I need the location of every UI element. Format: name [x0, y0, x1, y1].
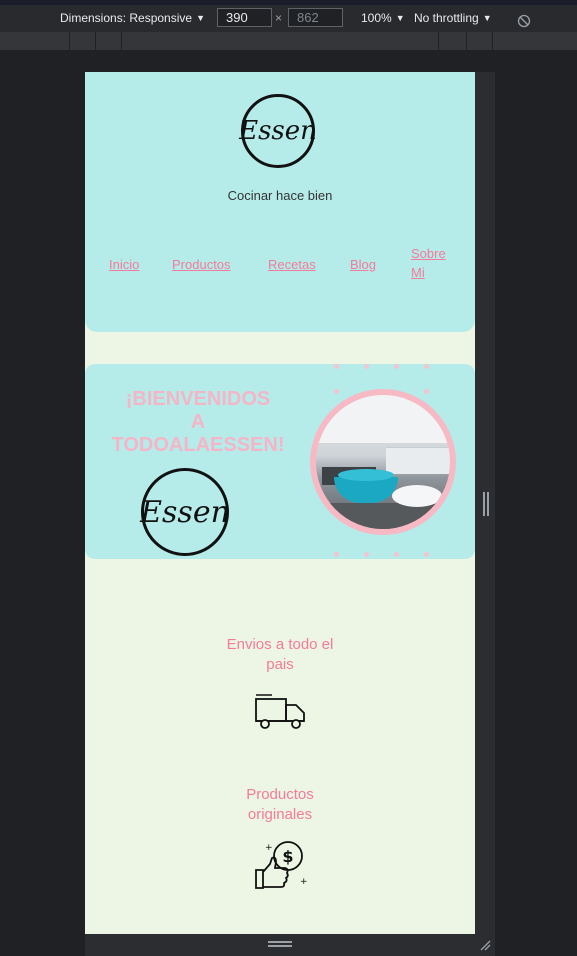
feature-title-line: Productos [246, 786, 314, 803]
kitchen-photo-frame [310, 389, 456, 535]
feature-title-line: Envios a todo el [226, 636, 334, 653]
dimensions-dropdown[interactable]: Dimensions: Responsive ▼ [60, 5, 205, 32]
feature-title-shipping: Envios a todo el pais [85, 635, 475, 675]
welcome-line: A [190, 411, 206, 433]
resize-handle-right[interactable] [483, 492, 485, 516]
tagline: Cocinar hace bien [227, 188, 333, 203]
kitchen-cookware-photo [316, 395, 450, 529]
dimensions-label: Dimensions: Responsive [60, 11, 193, 25]
device-toolbar: Dimensions: Responsive ▼ 390 × 862 100% ▼ … [0, 5, 577, 32]
viewport-bottom-bar [85, 934, 495, 956]
nav-link-blog[interactable]: Blog [350, 255, 376, 274]
resize-handle-bottom[interactable] [268, 941, 292, 943]
page-viewport: Essen Cocinar hace bien Inicio Productos… [85, 72, 475, 934]
nav-link-recetas[interactable]: Recetas [268, 255, 316, 274]
hero-essen-logo: Essen [140, 468, 230, 556]
feature-title-original: Productos originales [85, 785, 475, 825]
resize-corner-icon[interactable] [479, 938, 491, 956]
zoom-label: 100% [361, 11, 392, 25]
svg-text:+: + [265, 843, 273, 853]
caret-down-icon: ▼ [482, 13, 492, 23]
resize-handle-right-line [487, 492, 489, 516]
svg-text:+: + [300, 877, 308, 887]
welcome-heading: ¡BIENVENIDOS A TODOALAESSEN! [103, 388, 293, 457]
caret-down-icon: ▼ [395, 13, 405, 23]
nav-link-inicio[interactable]: Inicio [109, 255, 139, 274]
media-query-ruler[interactable] [0, 32, 577, 51]
resize-handle-bottom-line [268, 945, 292, 947]
delivery-truck-icon [254, 693, 306, 736]
feature-title-line: pais [266, 656, 294, 673]
welcome-line: TODOALAESSEN! [111, 434, 285, 456]
site-header: Essen Cocinar hace bien Inicio Productos… [85, 72, 475, 332]
times-icon: × [275, 11, 283, 25]
thumbs-up-dollar-icon: $ + + [252, 836, 308, 895]
caret-down-icon: ▼ [196, 13, 205, 23]
essen-logo[interactable]: Essen [239, 94, 317, 168]
feature-title-line: originales [247, 806, 313, 823]
zoom-dropdown[interactable]: 100% ▼ [361, 5, 405, 32]
hero-banner: ¡BIENVENIDOS A TODOALAESSEN! Essen [85, 364, 475, 559]
rotate-icon[interactable] [517, 11, 531, 28]
nav-link-sobre-mi[interactable]: Sobre Mi [411, 244, 455, 282]
throttling-dropdown[interactable]: No throttling ▼ [414, 5, 492, 32]
svg-text:$: $ [282, 847, 293, 866]
viewport-scroll-strip [475, 72, 495, 934]
width-input[interactable]: 390 [217, 8, 272, 27]
welcome-line: ¡BIENVENIDOS [125, 388, 271, 410]
nav-link-productos[interactable]: Productos [172, 255, 231, 274]
height-input[interactable]: 862 [288, 8, 343, 27]
throttling-label: No throttling [414, 11, 479, 25]
